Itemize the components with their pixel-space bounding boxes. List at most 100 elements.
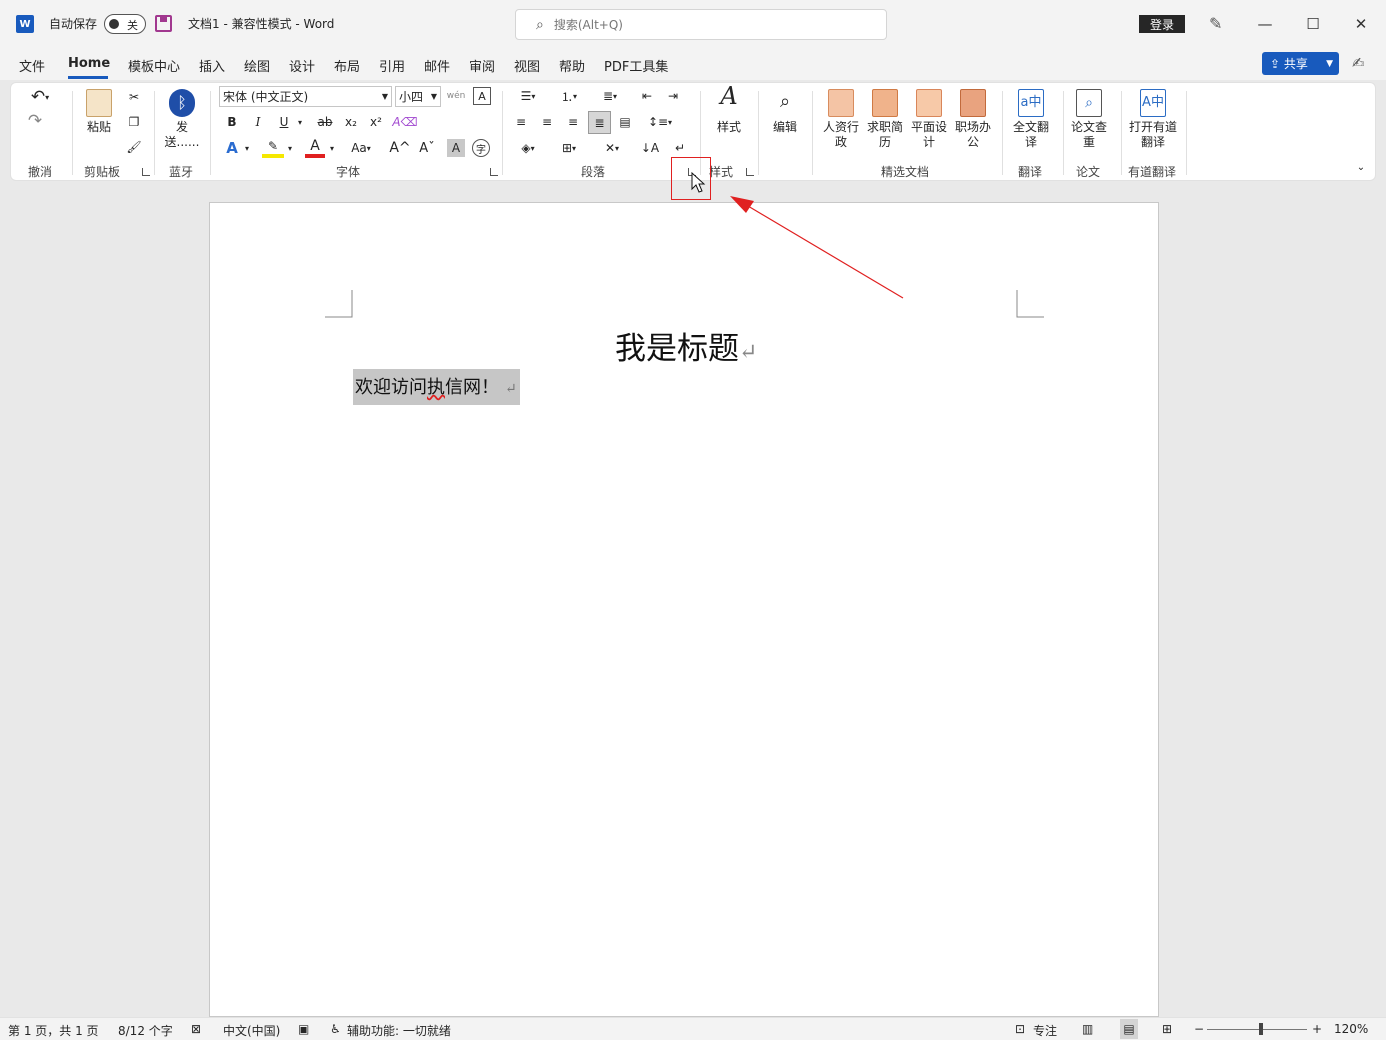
tab-help[interactable]: 帮助 [559, 56, 585, 75]
copy-icon[interactable]: ❐ [125, 113, 143, 131]
underline-button[interactable]: U [275, 113, 293, 131]
tab-template[interactable]: 模板中心 [128, 56, 180, 75]
clipboard-launcher-icon[interactable] [142, 168, 150, 176]
styles-button[interactable]: A 样式 [708, 84, 750, 135]
grow-font-button[interactable]: A^ [389, 138, 410, 158]
enclose-char-button[interactable]: 字 [472, 139, 490, 157]
comments-icon[interactable]: ✍ [1352, 54, 1365, 72]
increase-indent-icon[interactable]: ⇥ [663, 87, 683, 105]
justify-icon[interactable]: ≣ [588, 111, 611, 134]
page-count[interactable]: 第 1 页，共 1 页 [8, 1022, 99, 1039]
proofing-icon[interactable]: ⊠ [191, 1022, 201, 1036]
read-mode-icon[interactable]: ▥ [1082, 1022, 1093, 1036]
phonetic-guide-icon[interactable]: wén [447, 87, 466, 105]
selected-body-text[interactable]: 欢迎访问执信网！ ↵ [353, 369, 520, 405]
font-size-combo[interactable]: 小四 ▼ [395, 86, 441, 107]
hr-admin-button[interactable]: 人资行政 [820, 89, 862, 150]
chevron-down-icon[interactable]: ▾ [242, 138, 252, 158]
decrease-indent-icon[interactable]: ⇤ [637, 87, 657, 105]
sort-icon[interactable]: ↓A [640, 138, 660, 158]
tab-mailings[interactable]: 邮件 [424, 56, 450, 75]
document-heading[interactable]: 我是标题↵ [615, 323, 757, 368]
char-shading-button[interactable]: A [447, 139, 465, 157]
web-layout-icon[interactable]: ⊞ [1162, 1022, 1172, 1036]
align-right-icon[interactable]: ≡ [563, 112, 583, 132]
undo-button[interactable]: ↶ ▾ [25, 87, 55, 107]
chinese-layout-icon[interactable]: ✕ ▾ [595, 138, 629, 158]
char-border-icon[interactable]: A [473, 87, 491, 105]
strikethrough-button[interactable]: ab [314, 113, 336, 131]
bold-button[interactable]: B [223, 113, 241, 131]
zoom-level[interactable]: 120% [1334, 1022, 1368, 1036]
tab-insert[interactable]: 插入 [199, 56, 225, 75]
shrink-font-button[interactable]: Aˇ [417, 138, 437, 158]
font-name-combo[interactable]: 宋体 (中文正文) ▼ [219, 86, 392, 107]
tab-home[interactable]: Home [68, 56, 110, 71]
tab-references[interactable]: 引用 [379, 56, 405, 75]
clear-format-icon[interactable]: A⌫ [392, 113, 417, 131]
font-launcher-icon[interactable] [490, 168, 498, 176]
show-marks-icon[interactable]: ↵ [670, 138, 690, 158]
shading-icon[interactable]: ◈ ▾ [511, 138, 545, 158]
styles-launcher-icon[interactable] [746, 168, 754, 176]
login-button[interactable]: 登录 [1139, 15, 1185, 33]
zoom-out-button[interactable]: − [1194, 1022, 1204, 1036]
focus-mode[interactable]: 专注 [1033, 1022, 1057, 1039]
tab-file[interactable]: 文件 [19, 56, 45, 75]
tab-review[interactable]: 审阅 [469, 56, 495, 75]
cut-icon[interactable]: ✂ [125, 88, 143, 106]
graphic-design-button[interactable]: 平面设计 [908, 89, 950, 150]
italic-button[interactable]: I [249, 113, 267, 131]
redo-button[interactable]: ↷ [25, 111, 45, 131]
save-icon[interactable] [155, 15, 172, 32]
bullets-icon[interactable]: ☰ ▾ [511, 87, 545, 105]
autosave-toggle[interactable]: 关 [104, 14, 146, 34]
line-spacing-icon[interactable]: ↕≡ ▾ [643, 112, 677, 132]
borders-icon[interactable]: ⊞ ▾ [552, 138, 586, 158]
language[interactable]: 中文(中国) [223, 1022, 280, 1039]
tab-layout[interactable]: 布局 [334, 56, 360, 75]
change-case-button[interactable]: Aa ▾ [345, 138, 377, 158]
edit-button[interactable]: ⌕ 编辑 [764, 89, 806, 135]
close-button[interactable]: ✕ [1349, 12, 1373, 36]
word-count[interactable]: 8/12 个字 [118, 1022, 173, 1039]
tab-pdf-tools[interactable]: PDF工具集 [604, 56, 668, 75]
tab-draw[interactable]: 绘图 [244, 56, 270, 75]
paste-button[interactable]: 粘贴 [78, 89, 120, 135]
collapse-ribbon-icon[interactable]: ⌄ [1353, 159, 1369, 175]
chevron-down-icon[interactable]: ▾ [285, 138, 295, 158]
subscript-button[interactable]: x₂ [342, 113, 360, 131]
text-effects-icon[interactable]: A [222, 138, 242, 158]
format-painter-icon[interactable]: 🖌 [125, 138, 143, 156]
print-layout-icon[interactable]: ▤ [1120, 1019, 1138, 1039]
highlight-color-icon[interactable]: ✎ [262, 138, 284, 158]
accessibility-status[interactable]: 辅助功能: 一切就绪 [347, 1022, 451, 1039]
zoom-slider-thumb[interactable] [1259, 1023, 1263, 1035]
zoom-in-button[interactable]: + [1312, 1022, 1322, 1036]
office-button[interactable]: 职场办公 [952, 89, 994, 150]
distributed-icon[interactable]: ▤ [615, 112, 635, 132]
chevron-down-icon[interactable]: ▾ [327, 138, 337, 158]
search-box[interactable]: ⌕ 搜索(Alt+Q) [515, 9, 887, 40]
chevron-down-icon[interactable]: ▾ [295, 113, 305, 131]
macro-icon[interactable]: ▣ [298, 1022, 309, 1036]
multilevel-list-icon[interactable]: ≣ ▾ [593, 87, 627, 105]
numbering-icon[interactable]: ⒈ ▾ [552, 87, 586, 105]
font-color-icon[interactable]: A [305, 138, 325, 158]
share-button[interactable]: ⇪ 共享 ▼ [1262, 52, 1339, 75]
paper-check-button[interactable]: ⌕ 论文查重 [1068, 89, 1110, 150]
superscript-button[interactable]: x² [367, 113, 385, 131]
resume-button[interactable]: 求职简历 [864, 89, 906, 150]
full-translate-button[interactable]: a中 全文翻译 [1010, 89, 1052, 150]
align-left-icon[interactable]: ≡ [511, 112, 531, 132]
tab-view[interactable]: 视图 [514, 56, 540, 75]
align-center-icon[interactable]: ≡ [537, 112, 557, 132]
tab-design[interactable]: 设计 [289, 56, 315, 75]
zoom-slider[interactable] [1207, 1029, 1307, 1030]
open-youdao-button[interactable]: A中 打开有道翻译 [1126, 89, 1180, 150]
designer-icon[interactable]: ✎ [1209, 14, 1222, 33]
document-page[interactable]: 我是标题↵ 欢迎访问执信网！ ↵ [209, 202, 1159, 1017]
maximize-button[interactable]: ☐ [1301, 12, 1325, 36]
minimize-button[interactable]: — [1253, 12, 1277, 36]
send-bluetooth-button[interactable]: ᛒ 发送...... [161, 89, 203, 150]
